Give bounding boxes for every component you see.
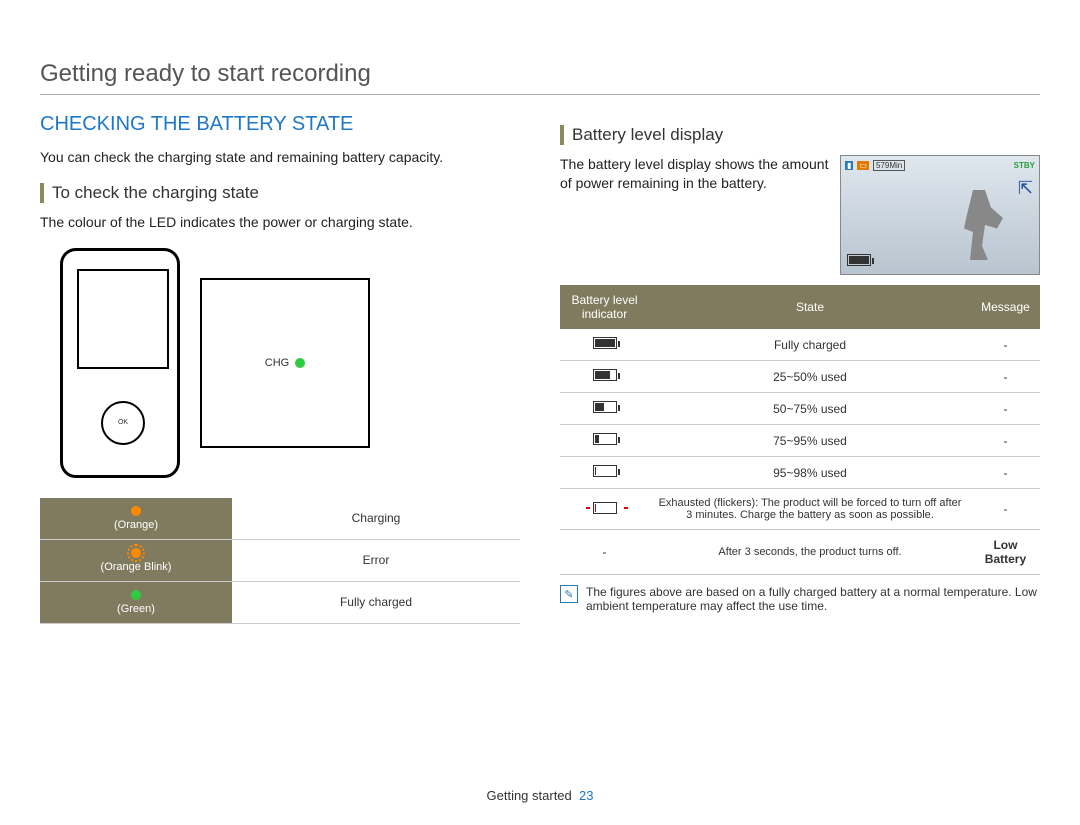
battery-msg: - [971, 489, 1040, 530]
chg-label: CHG [265, 357, 289, 369]
led-label: (Orange Blink) [101, 561, 172, 573]
footer-label: Getting started [487, 788, 572, 803]
col-header-state: State [649, 285, 971, 329]
battery-1bar-icon [593, 433, 617, 445]
battery-msg: - [971, 361, 1040, 393]
col-header-indicator: Battery level indicator [560, 285, 649, 329]
battery-state: Fully charged [649, 329, 971, 361]
led-green-icon [131, 590, 141, 600]
battery-msg: - [971, 425, 1040, 457]
upload-arrow-icon: ⇱ [1018, 178, 1033, 199]
charging-state-table: (Orange) Charging (Orange Blink) Error (… [40, 498, 520, 624]
table-row: 50~75% used - [560, 393, 1040, 425]
led-label: (Green) [117, 603, 155, 615]
battery-3bar-icon [593, 369, 617, 381]
table-row: (Orange Blink) Error [40, 539, 520, 581]
battery-level-table: Battery level indicator State Message Fu… [560, 285, 1040, 575]
charge-state: Fully charged [232, 581, 520, 623]
device-screen-icon [77, 269, 169, 369]
led-orange-blink-icon [131, 548, 141, 558]
callout-box: CHG [200, 278, 370, 448]
led-orange-icon [131, 506, 141, 516]
battery-state: 25~50% used [649, 361, 971, 393]
subhead-battery-display: Battery level display [560, 125, 1040, 145]
battery-state: Exhausted (flickers): The product will b… [649, 489, 971, 530]
page-number: 23 [579, 788, 593, 803]
charge-state: Charging [232, 498, 520, 540]
table-row: (Green) Fully charged [40, 581, 520, 623]
led-label: (Orange) [114, 519, 158, 531]
silhouette-icon [949, 190, 1009, 260]
battery-state: 50~75% used [649, 393, 971, 425]
battery-msg: - [971, 393, 1040, 425]
table-row: 95~98% used - [560, 457, 1040, 489]
page-footer: Getting started 23 [0, 788, 1080, 803]
battery-low-icon [593, 465, 617, 477]
battery-exhausted-icon [593, 502, 617, 514]
battery-state: After 3 seconds, the product turns off. [649, 530, 971, 575]
device-diagram: OK CHG [60, 248, 520, 478]
battery-2bar-icon [593, 401, 617, 413]
note-text: The figures above are based on a fully c… [586, 585, 1040, 613]
stby-label: STBY [1014, 161, 1035, 170]
led-green-icon [295, 358, 305, 368]
charging-desc: The colour of the LED indicates the powe… [40, 213, 520, 232]
table-row: 75~95% used - [560, 425, 1040, 457]
table-row: 25~50% used - [560, 361, 1040, 393]
card-icon: ▮ [845, 161, 853, 170]
device-body-icon: OK [60, 248, 180, 478]
note-icon: ✎ [560, 585, 578, 603]
table-row: Fully charged - [560, 329, 1040, 361]
col-header-message: Message [971, 285, 1040, 329]
charge-state: Error [232, 539, 520, 581]
battery-msg: - [971, 329, 1040, 361]
battery-state: 95~98% used [649, 457, 971, 489]
battery-msg: - [971, 457, 1040, 489]
time-remaining: 579Min [873, 160, 905, 171]
battery-none-icon: - [560, 530, 649, 575]
table-row: Exhausted (flickers): The product will b… [560, 489, 1040, 530]
camcorder-preview: ▮ ▭ 579Min STBY ⇱ [840, 155, 1040, 275]
battery-corner-icon [847, 254, 871, 268]
intro-text: You can check the charging state and rem… [40, 148, 520, 167]
table-row: - After 3 seconds, the product turns off… [560, 530, 1040, 575]
battery-full-icon [593, 337, 617, 349]
rec-mode-icon: ▭ [857, 161, 869, 170]
table-row: (Orange) Charging [40, 498, 520, 540]
device-pad-icon: OK [101, 401, 145, 445]
page-title: Getting ready to start recording [40, 60, 1040, 95]
battery-msg: Low Battery [971, 530, 1040, 575]
section-heading: CHECKING THE BATTERY STATE [40, 113, 520, 136]
subhead-charging-state: To check the charging state [40, 183, 520, 203]
battery-state: 75~95% used [649, 425, 971, 457]
